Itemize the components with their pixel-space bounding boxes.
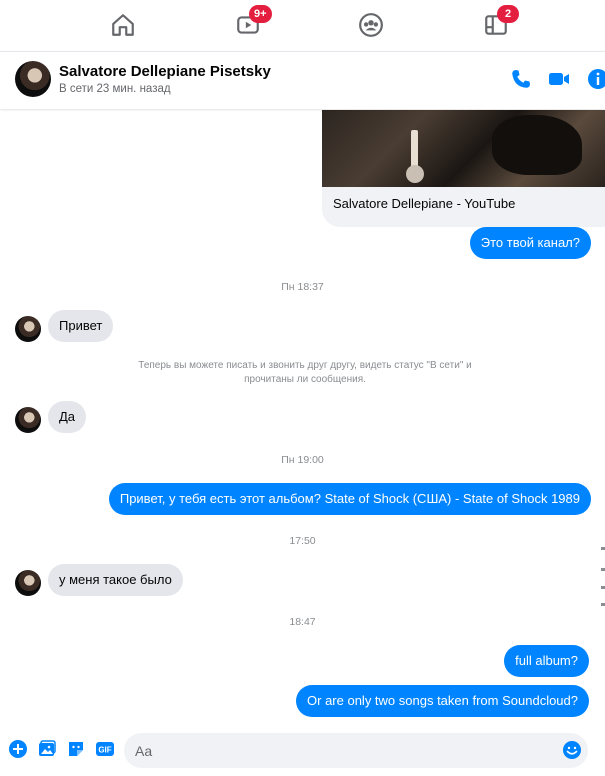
gaming-icon[interactable]: 2 bbox=[481, 5, 519, 40]
groups-icon[interactable] bbox=[356, 10, 386, 40]
link-thumbnail bbox=[322, 110, 605, 187]
messenger-window: 9+ 2 Salvatore Dellepiane Pisetsky В сет… bbox=[0, 0, 605, 776]
sender-avatar[interactable] bbox=[15, 570, 41, 596]
scrollbar-mark bbox=[601, 603, 605, 606]
incoming-message[interactable]: у меня такое было bbox=[48, 564, 183, 596]
contact-name[interactable]: Salvatore Dellepiane Pisetsky bbox=[59, 63, 271, 80]
thumbnail-figure bbox=[492, 115, 582, 175]
timestamp-separator: Пн 19:00 bbox=[281, 454, 324, 466]
message-input[interactable]: Aa bbox=[124, 733, 588, 768]
connection-notice: Теперь вы можете писать и звонить друг д… bbox=[138, 360, 472, 385]
scrollbar-mark bbox=[601, 568, 605, 571]
sender-avatar[interactable] bbox=[15, 316, 41, 342]
timestamp-separator: 17:50 bbox=[289, 535, 316, 547]
message-input-placeholder: Aa bbox=[135, 743, 153, 759]
timestamp-separator: Пн 18:37 bbox=[281, 281, 324, 293]
chat-header: Salvatore Dellepiane Pisetsky В сети 23 … bbox=[0, 51, 605, 109]
contact-status: В сети 23 мин. назад bbox=[59, 83, 171, 95]
photo-icon[interactable] bbox=[37, 739, 57, 759]
contact-avatar[interactable] bbox=[15, 61, 51, 97]
timestamp-separator: 18:47 bbox=[289, 616, 316, 628]
sender-avatar[interactable] bbox=[15, 407, 41, 433]
watch-badge: 9+ bbox=[249, 5, 272, 23]
outgoing-message[interactable]: full album? bbox=[504, 645, 589, 677]
top-nav: 9+ 2 bbox=[0, 0, 605, 50]
scrollbar-mark bbox=[601, 586, 605, 589]
gaming-badge: 2 bbox=[497, 5, 519, 23]
incoming-message[interactable]: Да bbox=[48, 401, 87, 433]
emoji-icon[interactable] bbox=[562, 740, 582, 760]
link-preview-card[interactable]: Salvatore Dellepiane - YouTube bbox=[322, 110, 605, 227]
plus-icon[interactable] bbox=[8, 739, 28, 759]
sticker-icon[interactable] bbox=[66, 739, 86, 759]
gif-label: GIF bbox=[98, 746, 111, 755]
message-list[interactable]: Salvatore Dellepiane - YouTube Это твой … bbox=[0, 110, 605, 730]
outgoing-message[interactable]: Or are only two songs taken from Soundcl… bbox=[296, 685, 589, 717]
scrollbar-mark bbox=[601, 547, 605, 550]
home-icon[interactable] bbox=[108, 10, 138, 40]
phone-icon[interactable] bbox=[509, 67, 533, 91]
incoming-message[interactable]: Привет bbox=[48, 310, 114, 342]
link-title: Salvatore Dellepiane - YouTube bbox=[333, 196, 516, 211]
outgoing-message[interactable]: Привет, у тебя есть этот альбом? State o… bbox=[108, 483, 591, 515]
gif-icon[interactable]: GIF bbox=[95, 739, 115, 759]
composer-bar: GIF Aa bbox=[0, 730, 605, 776]
outgoing-message[interactable]: Это твой канал? bbox=[469, 227, 591, 259]
video-camera-icon[interactable] bbox=[547, 67, 571, 91]
thumbnail-skull bbox=[406, 165, 424, 183]
info-icon[interactable] bbox=[586, 67, 605, 91]
watch-icon[interactable]: 9+ bbox=[233, 5, 272, 40]
